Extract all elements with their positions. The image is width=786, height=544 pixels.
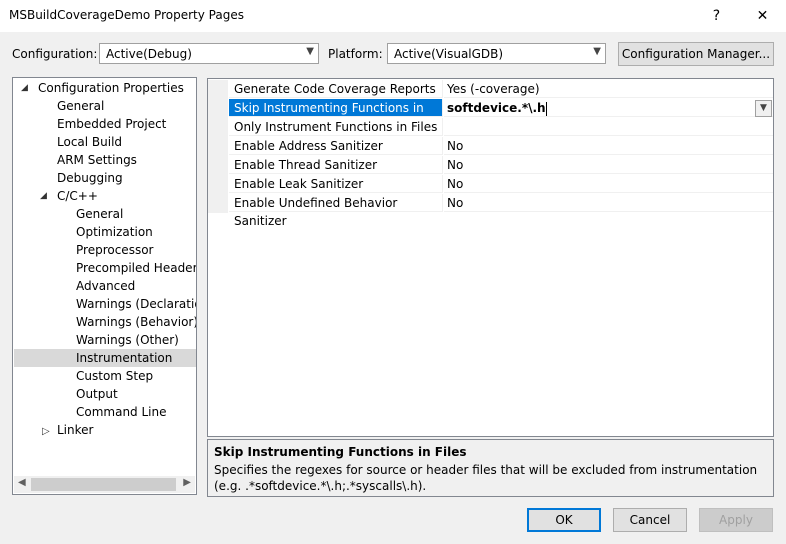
- tree-item-configuration-properties[interactable]: Configuration Properties: [13, 79, 196, 97]
- description-title: Skip Instrumenting Functions in Files: [214, 445, 467, 459]
- tree-item-c-cpp[interactable]: C/C++: [13, 187, 196, 205]
- cancel-button[interactable]: Cancel: [613, 508, 687, 532]
- configuration-select[interactable]: Active(Debug) ▼: [99, 43, 319, 64]
- property-name: Enable Thread Sanitizer: [229, 156, 443, 174]
- tree-item-cpp-general[interactable]: General: [13, 205, 196, 223]
- property-grid: Generate Code Coverage Reports Yes (-cov…: [207, 78, 774, 437]
- tree-item-preprocessor[interactable]: Preprocessor: [13, 241, 196, 259]
- platform-label: Platform:: [328, 47, 383, 61]
- property-row[interactable]: Enable Leak Sanitizer No: [208, 175, 773, 194]
- property-value[interactable]: [444, 118, 773, 136]
- property-row[interactable]: Enable Address Sanitizer No: [208, 137, 773, 156]
- tree-item-precompiled-headers[interactable]: Precompiled Headers: [13, 259, 196, 277]
- tree-item-warnings-behavior[interactable]: Warnings (Behavior): [13, 313, 196, 331]
- property-value[interactable]: Yes (-coverage): [444, 80, 773, 98]
- close-button[interactable]: ✕: [740, 0, 785, 32]
- configuration-manager-button[interactable]: Configuration Manager...: [618, 42, 774, 66]
- chevron-down-icon[interactable]: ▼: [755, 100, 772, 117]
- property-row[interactable]: Generate Code Coverage Reports Yes (-cov…: [208, 80, 773, 99]
- horizontal-scrollbar[interactable]: ◀ ▶: [14, 476, 195, 493]
- text-cursor: [545, 101, 547, 116]
- platform-value: Active(VisualGDB): [394, 47, 504, 61]
- property-row-selected[interactable]: Skip Instrumenting Functions in Files so…: [208, 99, 773, 133]
- property-name: Generate Code Coverage Reports: [229, 80, 443, 98]
- property-row[interactable]: Enable Thread Sanitizer No: [208, 156, 773, 175]
- scroll-right-icon[interactable]: ▶: [183, 477, 191, 488]
- property-value[interactable]: No: [444, 137, 773, 155]
- chevron-down-icon: ▼: [593, 46, 601, 57]
- configuration-value: Active(Debug): [106, 47, 192, 61]
- tree-item-output[interactable]: Output: [13, 385, 196, 403]
- property-row[interactable]: Only Instrument Functions in Files: [208, 118, 773, 137]
- property-name: Enable Undefined Behavior Sanitizer: [229, 194, 443, 228]
- tree-item-optimization[interactable]: Optimization: [13, 223, 196, 241]
- tree-item-embedded-project[interactable]: Embedded Project: [13, 115, 196, 133]
- help-button[interactable]: ?: [694, 0, 739, 32]
- description-panel: Skip Instrumenting Functions in Files Sp…: [207, 439, 774, 497]
- property-value[interactable]: No: [444, 156, 773, 174]
- tree-item-custom-step[interactable]: Custom Step: [13, 367, 196, 385]
- window-title: MSBuildCoverageDemo Property Pages: [9, 8, 244, 22]
- ok-button[interactable]: OK: [527, 508, 601, 532]
- tree-item-debugging[interactable]: Debugging: [13, 169, 196, 187]
- property-name: Skip Instrumenting Functions in Files: [229, 99, 443, 133]
- property-name: Only Instrument Functions in Files: [229, 118, 443, 136]
- chevron-down-icon: ▼: [306, 46, 314, 57]
- property-value[interactable]: No: [444, 175, 773, 193]
- platform-select[interactable]: Active(VisualGDB) ▼: [387, 43, 606, 64]
- property-tree: ◢ Configuration Properties General Embed…: [12, 77, 197, 495]
- tree-item-warnings-other[interactable]: Warnings (Other): [13, 331, 196, 349]
- tree-item-general[interactable]: General: [13, 97, 196, 115]
- property-value[interactable]: No: [444, 194, 773, 212]
- property-name: Enable Address Sanitizer: [229, 137, 443, 155]
- property-name: Enable Leak Sanitizer: [229, 175, 443, 193]
- configuration-label: Configuration:: [12, 47, 98, 61]
- tree-item-advanced[interactable]: Advanced: [13, 277, 196, 295]
- tree-item-instrumentation[interactable]: Instrumentation: [14, 349, 196, 367]
- property-row[interactable]: Enable Undefined Behavior Sanitizer No: [208, 194, 773, 228]
- property-value-input[interactable]: softdevice.*\.h ▼: [444, 99, 773, 117]
- title-bar: MSBuildCoverageDemo Property Pages ? ✕: [0, 0, 786, 32]
- tree-item-arm-settings[interactable]: ARM Settings: [13, 151, 196, 169]
- description-text: Specifies the regexes for source or head…: [214, 463, 758, 493]
- tree-item-command-line[interactable]: Command Line: [13, 403, 196, 421]
- tree-item-warnings-declarations[interactable]: Warnings (Declarations): [13, 295, 196, 313]
- tree-item-linker[interactable]: Linker: [13, 421, 196, 439]
- scroll-left-icon[interactable]: ◀: [18, 477, 26, 488]
- tree-item-local-build[interactable]: Local Build: [13, 133, 196, 151]
- scrollbar-thumb[interactable]: [31, 478, 176, 491]
- apply-button[interactable]: Apply: [699, 508, 773, 532]
